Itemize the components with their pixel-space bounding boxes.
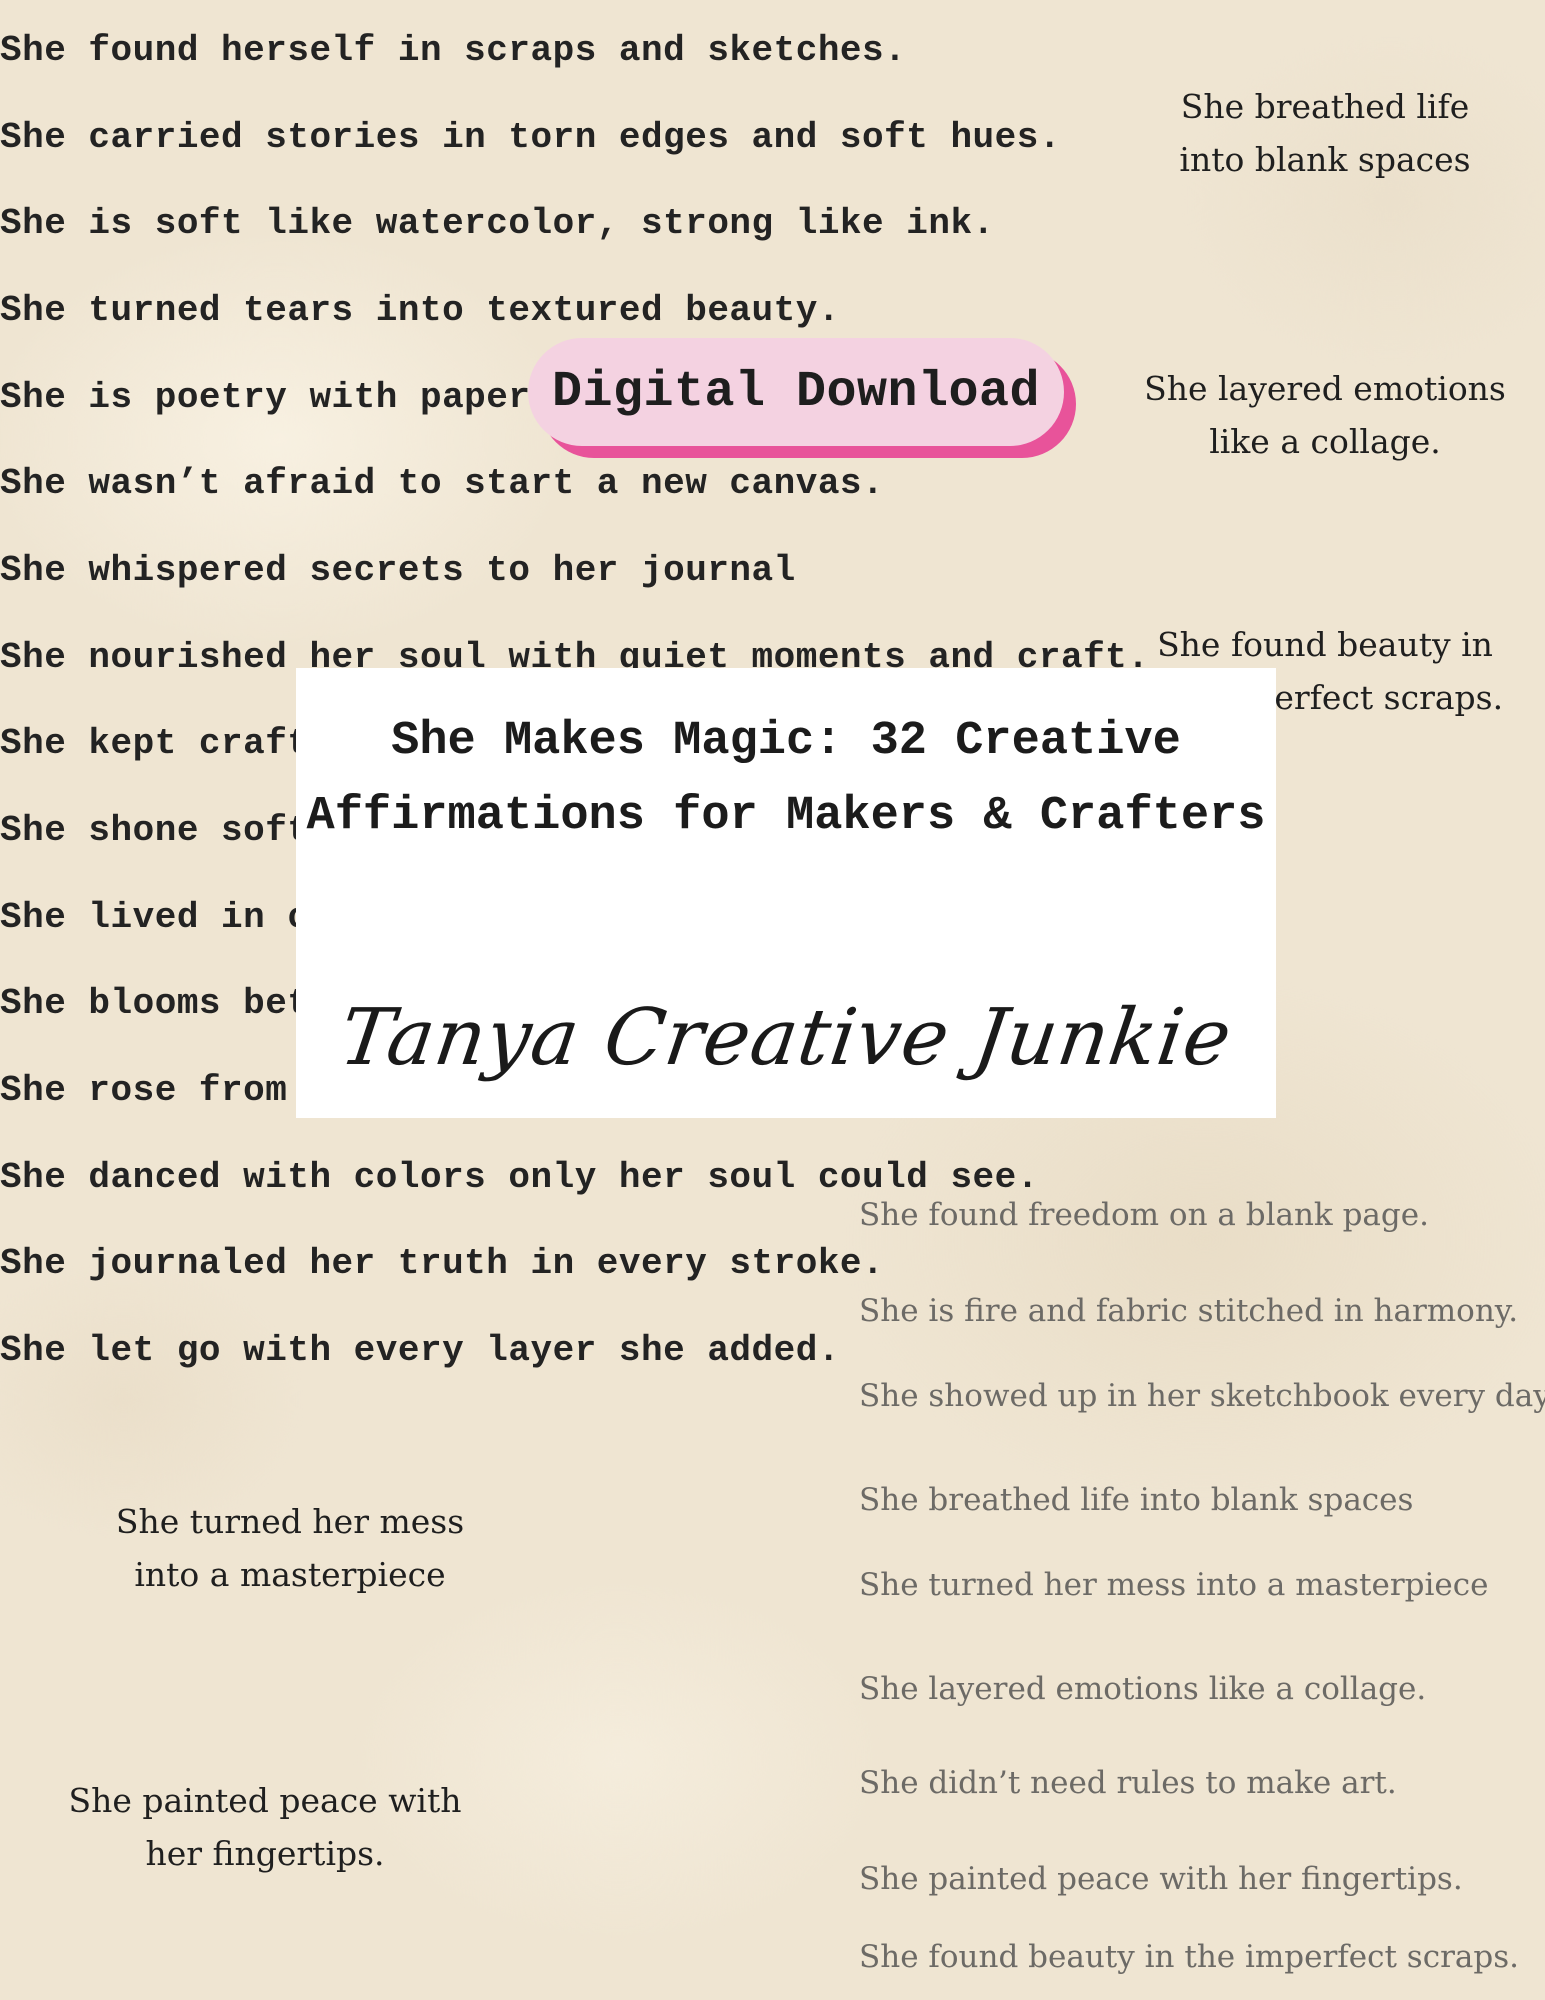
affirmation-line: She turned tears into textured beauty. [0, 290, 840, 331]
badge-face: Digital Download [528, 338, 1064, 446]
title-card: She Makes Magic: 32 Creative Affirmation… [296, 668, 1276, 1118]
side-quote: She breathed life into blank spaces [1179, 87, 1471, 179]
affirmation-line: She whispered secrets to her journal [0, 550, 796, 591]
faded-affirmation: She painted peace with her fingertips. [859, 1861, 1463, 1897]
digital-download-badge: Digital Download [528, 338, 1076, 458]
affirmation-line: She let go with every layer she added. [0, 1330, 840, 1371]
faded-affirmation: She didn’t need rules to make art. [859, 1765, 1397, 1801]
side-quote: She layered emotions like a collage. [1144, 369, 1506, 461]
affirmation-line: She found herself in scraps and sketches… [0, 30, 907, 71]
faded-affirmation: She layered emotions like a collage. [859, 1671, 1427, 1707]
side-quote: She turned her mess into a masterpiece [115, 1502, 465, 1594]
faded-affirmation: She found beauty in the imperfect scraps… [859, 1939, 1519, 1975]
affirmation-line: She carried stories in torn edges and so… [0, 117, 1061, 158]
affirmation-line: She journaled her truth in every stroke. [0, 1243, 885, 1284]
side-quote: She painted peace with her fingertips. [68, 1781, 462, 1873]
affirmation-line: She wasn’t afraid to start a new canvas. [0, 463, 885, 504]
faded-affirmation: She turned her mess into a masterpiece [859, 1567, 1489, 1603]
faded-affirmation: She is fire and fabric stitched in harmo… [859, 1293, 1519, 1329]
affirmation-line: She danced with colors only her soul cou… [0, 1157, 1039, 1198]
author-signature: Tanya Creative Junkie [334, 993, 1238, 1083]
affirmation-line: She is soft like watercolor, strong like… [0, 203, 995, 244]
faded-affirmation: She showed up in her sketchbook every da… [859, 1378, 1545, 1414]
badge-label: Digital Download [551, 363, 1041, 421]
faded-affirmation: She found freedom on a blank page. [859, 1197, 1429, 1233]
product-title: She Makes Magic: 32 Creative Affirmation… [306, 715, 1266, 843]
faded-affirmation: She breathed life into blank spaces [859, 1482, 1414, 1518]
